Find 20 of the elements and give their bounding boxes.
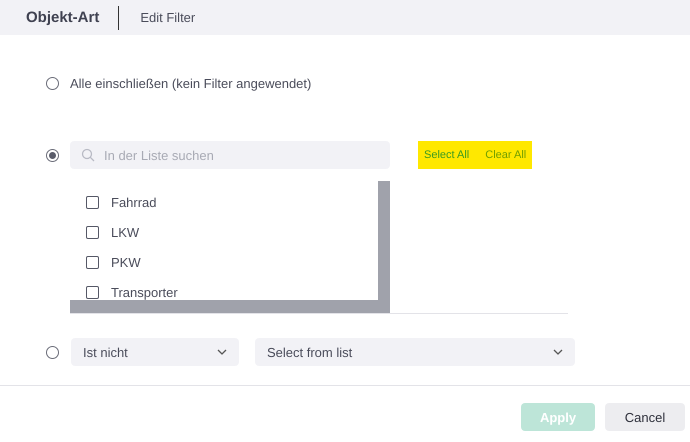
dialog-subtitle: Edit Filter: [140, 10, 196, 25]
operator-dropdown[interactable]: Ist nicht: [71, 338, 239, 366]
value-dropdown[interactable]: Select from list: [255, 338, 575, 366]
chevron-down-icon: [553, 349, 563, 355]
search-field[interactable]: In der Liste suchen: [70, 141, 390, 169]
cancel-button[interactable]: Cancel: [605, 403, 685, 431]
radio-button[interactable]: [46, 346, 59, 358]
checkbox[interactable]: [86, 196, 99, 208]
list-item-label: Fahrrad: [111, 194, 157, 210]
radio-button[interactable]: [46, 149, 59, 162]
list-item-label: LKW: [111, 224, 140, 240]
checkbox[interactable]: [86, 256, 99, 268]
checkbox[interactable]: [86, 286, 99, 298]
list-item-label: Transporter: [111, 284, 178, 300]
radio-button[interactable]: [46, 76, 59, 90]
list-item-label: PKW: [111, 254, 141, 270]
dialog-title: Objekt-Art: [26, 9, 100, 26]
option-label: Alle einschließen (kein Filter angewendet): [70, 76, 312, 90]
chevron-down-icon: [217, 349, 227, 355]
checkbox[interactable]: [86, 226, 99, 238]
